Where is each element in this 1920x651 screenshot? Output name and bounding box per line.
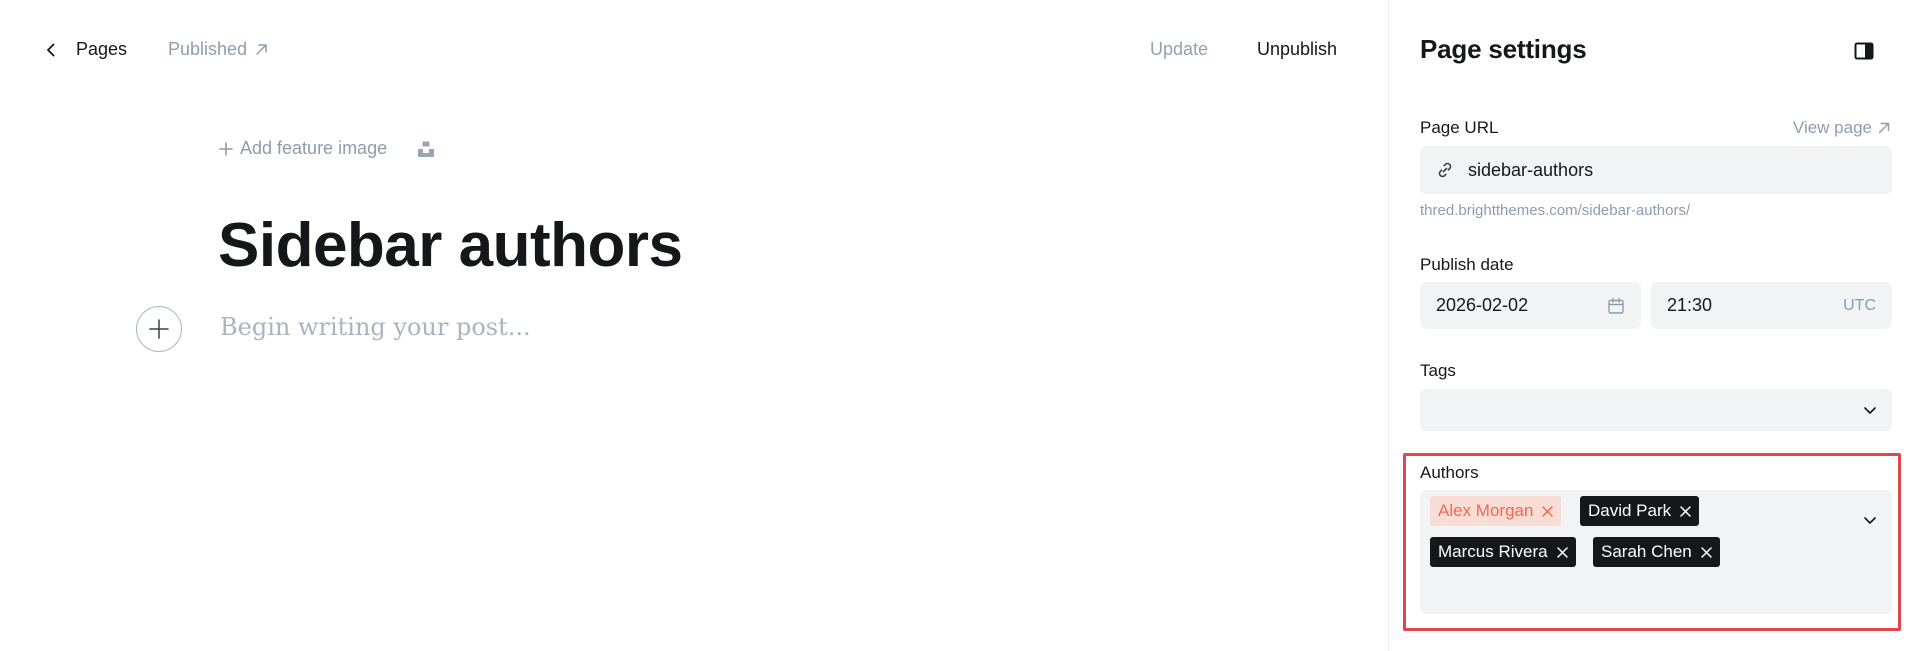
tags-select[interactable] — [1420, 389, 1892, 431]
sidebar-toggle-icon[interactable] — [1853, 40, 1875, 62]
view-page-link[interactable]: View page — [1793, 118, 1890, 138]
page-url-field — [1420, 146, 1892, 194]
add-card-button[interactable] — [136, 306, 182, 352]
plus-circle-icon — [149, 319, 169, 339]
unsplash-icon[interactable] — [417, 140, 435, 158]
close-icon[interactable] — [1680, 505, 1691, 517]
author-chip-label: David Park — [1588, 501, 1672, 520]
post-title[interactable]: Sidebar authors — [218, 210, 683, 281]
calendar-icon — [1608, 297, 1624, 314]
close-icon[interactable] — [1700, 546, 1712, 558]
author-chip-sarah-chen[interactable]: Sarah Chen — [1593, 537, 1720, 567]
publish-time-field[interactable]: 21:30 UTC — [1651, 282, 1892, 329]
view-page-label: View page — [1792, 118, 1872, 137]
editor-pane: Pages Published Update Unpublish Add fea… — [0, 0, 1388, 651]
page-url-hint: thred.brightthemes.com/sidebar-authors/ — [1420, 202, 1691, 219]
page-url-label: Page URL — [1420, 118, 1499, 137]
link-icon — [1438, 162, 1452, 178]
publish-time-value: 21:30 — [1667, 295, 1713, 315]
author-chip-label: Sarah Chen — [1601, 542, 1692, 561]
author-chip-marcus-rivera[interactable]: Marcus Rivera — [1430, 537, 1576, 567]
publish-date-label: Publish date — [1420, 255, 1514, 274]
external-link-icon — [256, 44, 267, 55]
close-icon[interactable] — [1542, 505, 1554, 517]
publish-date-picker[interactable]: 2026-02-02 — [1420, 282, 1641, 329]
feature-image-row: Add feature image — [218, 138, 435, 159]
add-feature-image-button[interactable]: Add feature image — [218, 138, 387, 159]
page-settings-sidebar: Page settings Page URL View page thred.b… — [1388, 0, 1920, 651]
page-settings-title: Page settings — [1420, 34, 1587, 64]
page-url-input[interactable] — [1468, 159, 1868, 181]
add-feature-image-label: Add feature image — [240, 138, 388, 158]
author-chip-label: Marcus Rivera — [1438, 542, 1548, 561]
update-button[interactable]: Update — [1150, 39, 1208, 60]
timezone-label: UTC — [1843, 296, 1876, 314]
editor-topbar: Pages Published Update Unpublish — [0, 0, 1388, 100]
author-chip-alex-morgan[interactable]: Alex Morgan — [1430, 496, 1562, 526]
back-button[interactable] — [38, 36, 64, 64]
close-icon[interactable] — [1556, 546, 1568, 558]
authors-label: Authors — [1420, 463, 1479, 482]
author-chip-david-park[interactable]: David Park — [1580, 496, 1700, 526]
external-link-icon — [1878, 122, 1890, 134]
chevron-left-icon — [47, 43, 55, 57]
post-body-placeholder[interactable]: Begin writing your post... — [220, 313, 531, 341]
tags-label: Tags — [1420, 361, 1456, 380]
chevron-down-icon — [1864, 407, 1876, 414]
pages-link[interactable]: Pages — [76, 39, 127, 60]
publish-date-value: 2026-02-02 — [1436, 295, 1529, 315]
author-chip-label: Alex Morgan — [1438, 501, 1534, 520]
plus-icon — [219, 141, 233, 156]
authors-select[interactable]: Alex Morgan David Park Marcus Rivera Sar… — [1420, 490, 1892, 614]
unpublish-button[interactable]: Unpublish — [1257, 39, 1337, 60]
published-status-label: Published — [168, 39, 248, 59]
published-status-link[interactable]: Published — [168, 39, 268, 60]
chevron-down-icon — [1864, 517, 1876, 524]
